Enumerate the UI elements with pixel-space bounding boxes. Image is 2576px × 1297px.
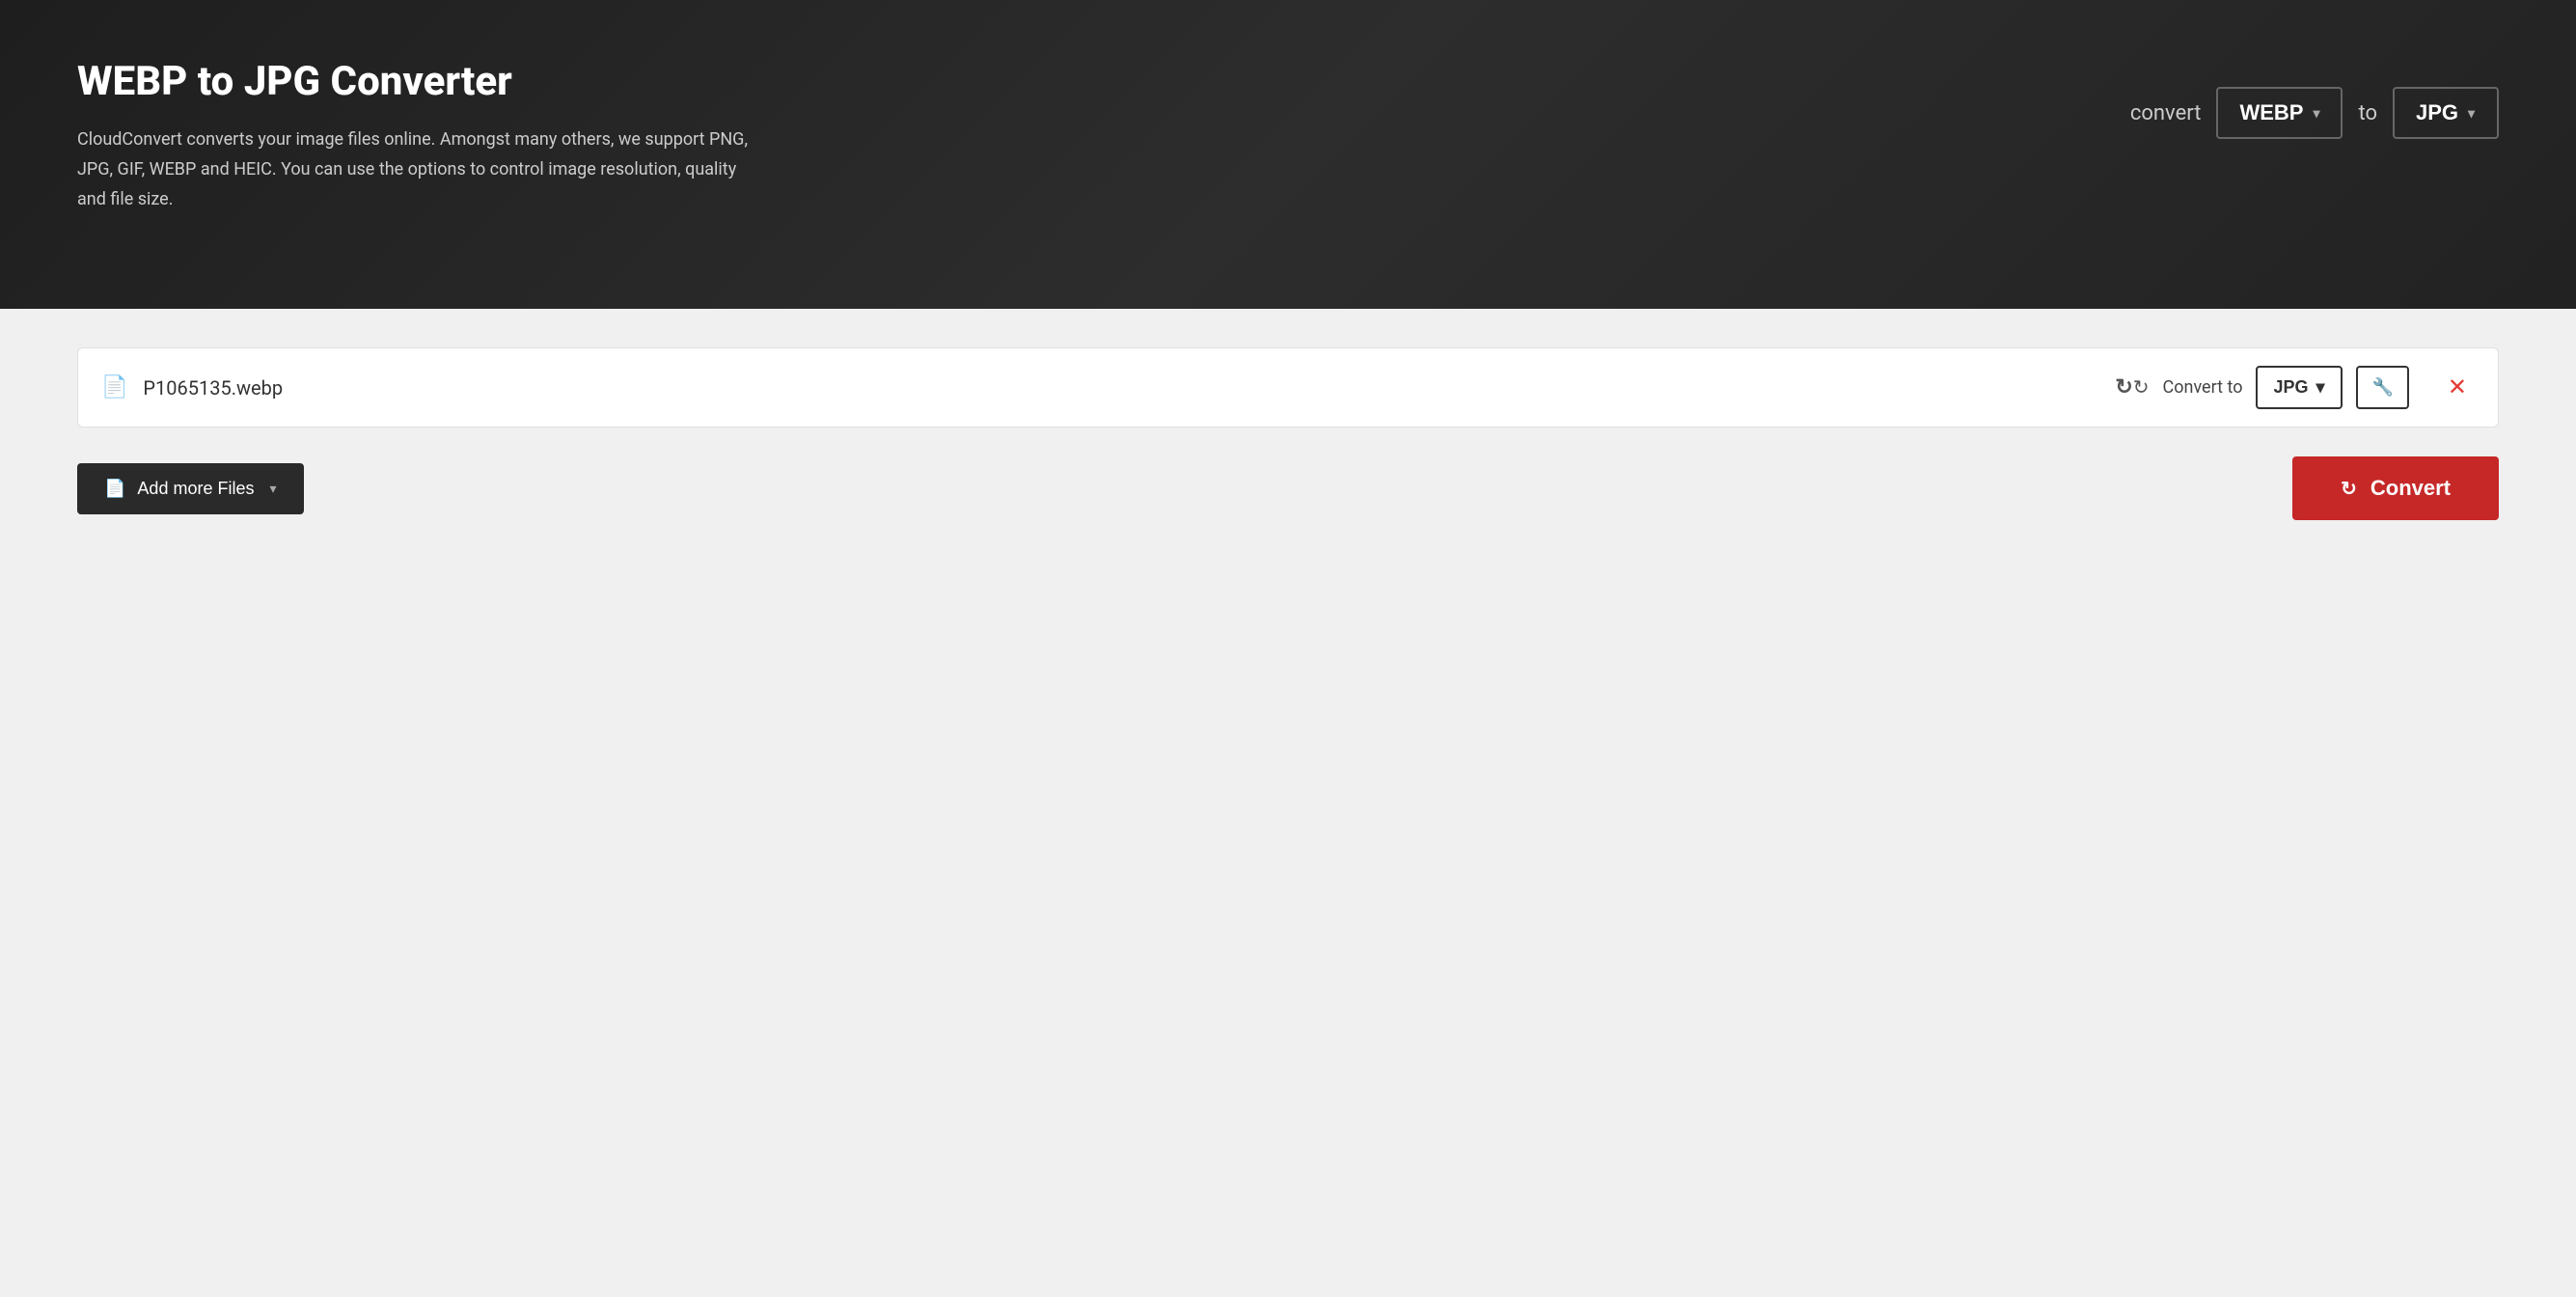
convert-to-label: Convert to — [2163, 377, 2243, 398]
refresh-icon[interactable]: ↻ — [2115, 375, 2149, 400]
convert-button-label: Convert — [2370, 476, 2451, 501]
convert-refresh-icon: ↻ — [2341, 477, 2357, 501]
to-format-label: JPG — [2416, 100, 2458, 125]
main-content: P1065135.webp ↻ Convert to JPG ▾ 🔧 ✕ 📄 A… — [0, 309, 2576, 695]
add-files-label: Add more Files — [137, 479, 254, 499]
to-text: to — [2358, 101, 2377, 125]
format-converter-controls: convert WEBP ▾ to JPG ▾ — [2130, 87, 2499, 139]
add-file-icon: 📄 — [104, 479, 125, 499]
from-format-button[interactable]: WEBP ▾ — [2216, 87, 2343, 139]
to-format-chevron-icon: ▾ — [2468, 105, 2475, 122]
header-description: CloudConvert converts your image files o… — [77, 125, 753, 214]
header-left: WEBP to JPG Converter CloudConvert conve… — [77, 58, 753, 214]
file-format-label: JPG — [2273, 377, 2308, 398]
page-header: WEBP to JPG Converter CloudConvert conve… — [0, 0, 2576, 309]
to-format-button[interactable]: JPG ▾ — [2393, 87, 2499, 139]
file-type-icon — [101, 375, 127, 400]
settings-button[interactable]: 🔧 — [2356, 366, 2408, 409]
convert-button[interactable]: ↻ Convert — [2292, 456, 2499, 520]
file-row: P1065135.webp ↻ Convert to JPG ▾ 🔧 ✕ — [77, 347, 2499, 428]
bottom-toolbar: 📄 Add more Files ▾ ↻ Convert — [77, 456, 2499, 520]
from-format-label: WEBP — [2239, 100, 2303, 125]
page-title: WEBP to JPG Converter — [77, 58, 753, 106]
convert-text: convert — [2130, 101, 2202, 125]
add-files-button[interactable]: 📄 Add more Files ▾ — [77, 463, 304, 514]
file-format-select-button[interactable]: JPG ▾ — [2256, 366, 2343, 409]
close-icon: ✕ — [2448, 374, 2467, 400]
from-format-chevron-icon: ▾ — [2313, 105, 2319, 122]
add-files-dropdown-icon: ▾ — [269, 481, 276, 497]
file-name: P1065135.webp — [143, 376, 2115, 400]
file-format-chevron-icon: ▾ — [2316, 377, 2325, 398]
remove-file-button[interactable]: ✕ — [2440, 370, 2475, 405]
wrench-icon: 🔧 — [2371, 377, 2393, 398]
convert-to-section: ↻ Convert to JPG ▾ 🔧 — [2115, 366, 2409, 409]
